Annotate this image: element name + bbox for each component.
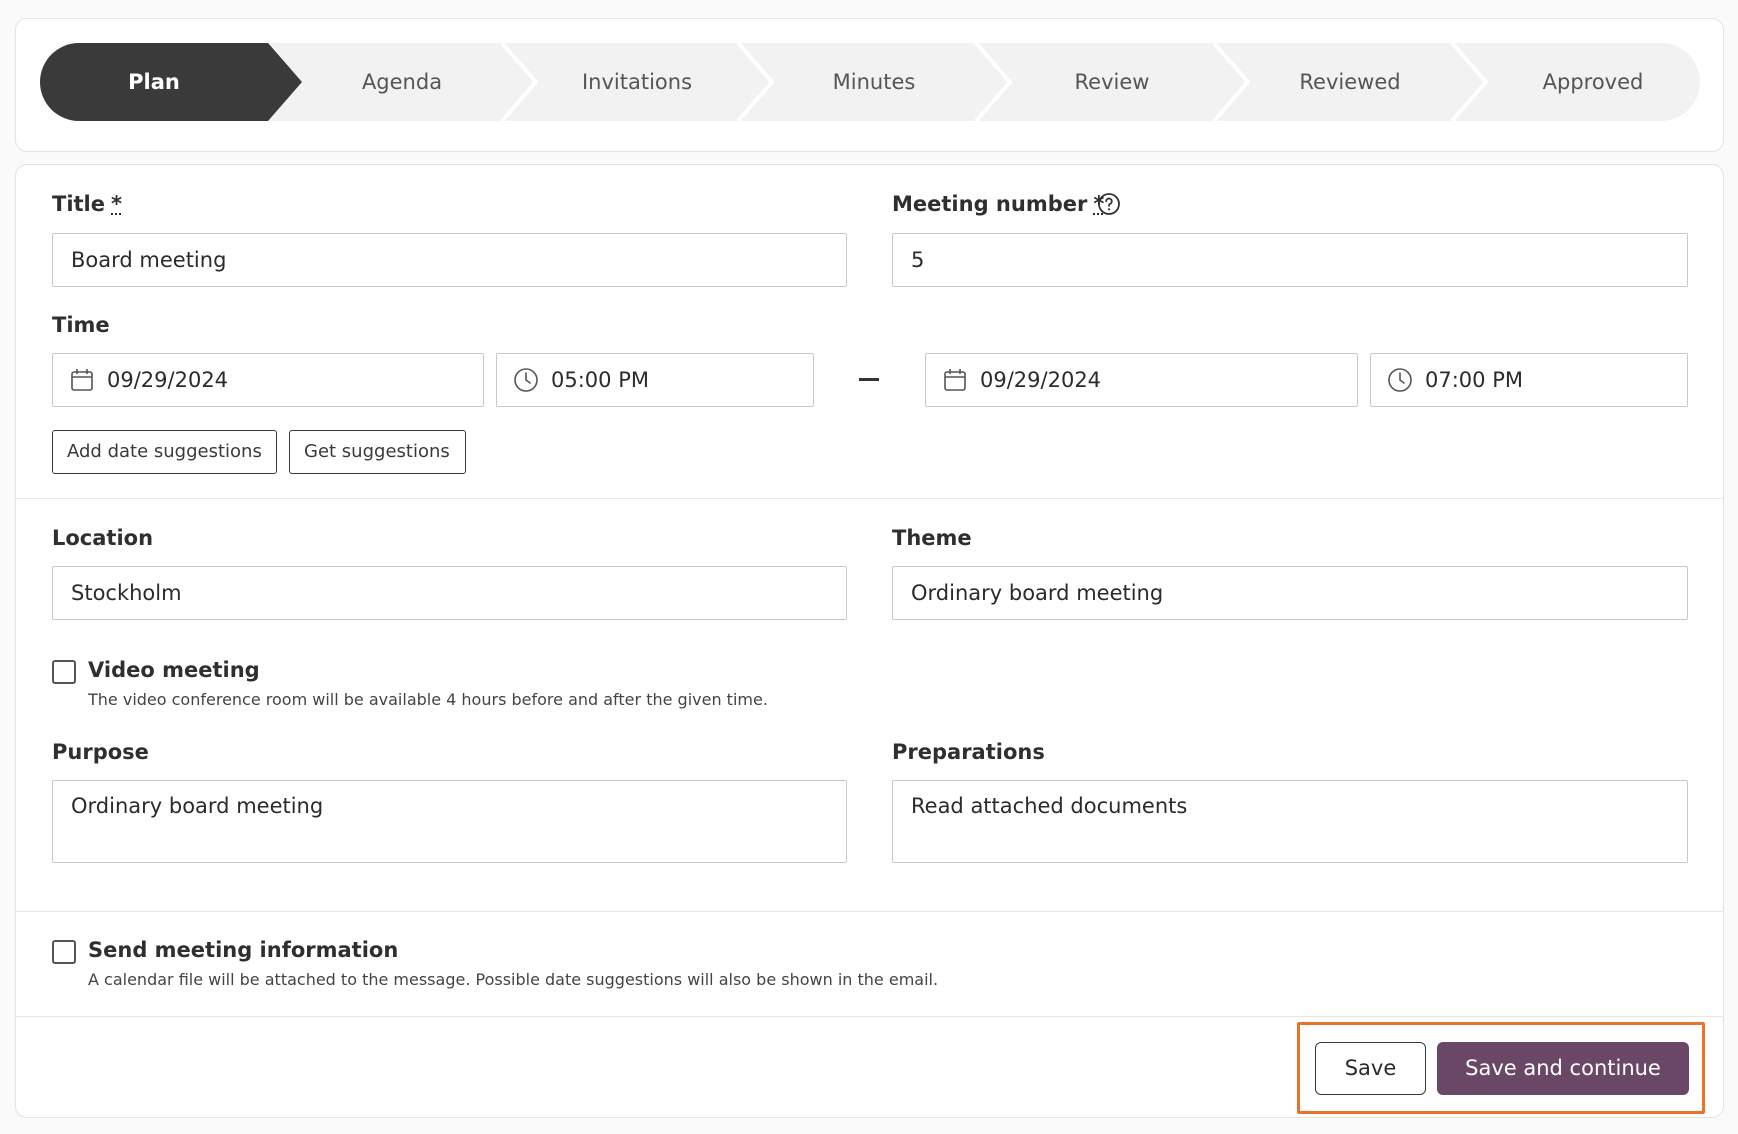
theme-label: Theme	[892, 526, 972, 550]
section-divider	[15, 498, 1724, 499]
progress-stepper-card: Plan Agenda Invitations Minutes Review R…	[15, 18, 1724, 152]
preparations-label: Preparations	[892, 740, 1045, 764]
end-time-input[interactable]: 07:00 PM	[1370, 353, 1688, 407]
step-plan[interactable]: Plan	[40, 43, 268, 121]
title-input[interactable]: Board meeting	[52, 233, 847, 287]
step-separator	[1450, 43, 1489, 121]
step-separator	[1212, 43, 1251, 121]
video-meeting-label: Video meeting	[88, 658, 260, 682]
purpose-label: Purpose	[52, 740, 149, 764]
start-time-value: 05:00 PM	[551, 368, 649, 392]
end-time-value: 07:00 PM	[1425, 368, 1523, 392]
preparations-textarea[interactable]: Read attached documents	[892, 780, 1688, 863]
end-date-value: 09/29/2024	[980, 368, 1102, 392]
time-range-dash	[859, 378, 879, 381]
send-meeting-info-checkbox[interactable]	[52, 940, 76, 964]
get-suggestions-button[interactable]: Get suggestions	[289, 430, 466, 474]
clock-icon	[514, 368, 538, 392]
section-divider	[15, 911, 1724, 912]
clock-icon	[1388, 368, 1412, 392]
meeting-number-input[interactable]: 5	[892, 233, 1688, 287]
step-approved[interactable]: Approved	[1486, 43, 1700, 121]
step-agenda[interactable]: Agenda	[302, 43, 502, 121]
start-date-value: 09/29/2024	[107, 368, 229, 392]
help-icon[interactable]	[1097, 192, 1121, 216]
location-input[interactable]: Stockholm	[52, 566, 847, 620]
step-invitations[interactable]: Invitations	[536, 43, 738, 121]
step-separator	[736, 43, 775, 121]
save-and-continue-button[interactable]: Save and continue	[1437, 1042, 1689, 1095]
time-label: Time	[52, 313, 110, 337]
end-date-input[interactable]: 09/29/2024	[925, 353, 1358, 407]
section-divider	[15, 1016, 1724, 1017]
step-minutes[interactable]: Minutes	[772, 43, 976, 121]
meeting-number-label: Meeting number *	[892, 192, 1105, 216]
start-time-input[interactable]: 05:00 PM	[496, 353, 814, 407]
send-meeting-info-label: Send meeting information	[88, 938, 399, 962]
title-label: Title *	[52, 192, 122, 216]
step-reviewed[interactable]: Reviewed	[1248, 43, 1452, 121]
calendar-icon	[944, 369, 966, 391]
send-meeting-info-help: A calendar file will be attached to the …	[88, 970, 939, 989]
step-separator	[500, 43, 539, 121]
video-meeting-checkbox[interactable]	[52, 660, 76, 684]
video-meeting-help: The video conference room will be availa…	[88, 690, 768, 709]
progress-stepper: Plan Agenda Invitations Minutes Review R…	[40, 43, 1700, 121]
theme-input[interactable]: Ordinary board meeting	[892, 566, 1688, 620]
step-review[interactable]: Review	[1010, 43, 1214, 121]
step-separator	[974, 43, 1013, 121]
required-mark: *	[111, 192, 122, 216]
start-date-input[interactable]: 09/29/2024	[52, 353, 484, 407]
save-button[interactable]: Save	[1315, 1042, 1426, 1095]
calendar-icon	[71, 369, 93, 391]
add-date-suggestions-button[interactable]: Add date suggestions	[52, 430, 277, 474]
purpose-textarea[interactable]: Ordinary board meeting	[52, 780, 847, 863]
location-label: Location	[52, 526, 154, 550]
